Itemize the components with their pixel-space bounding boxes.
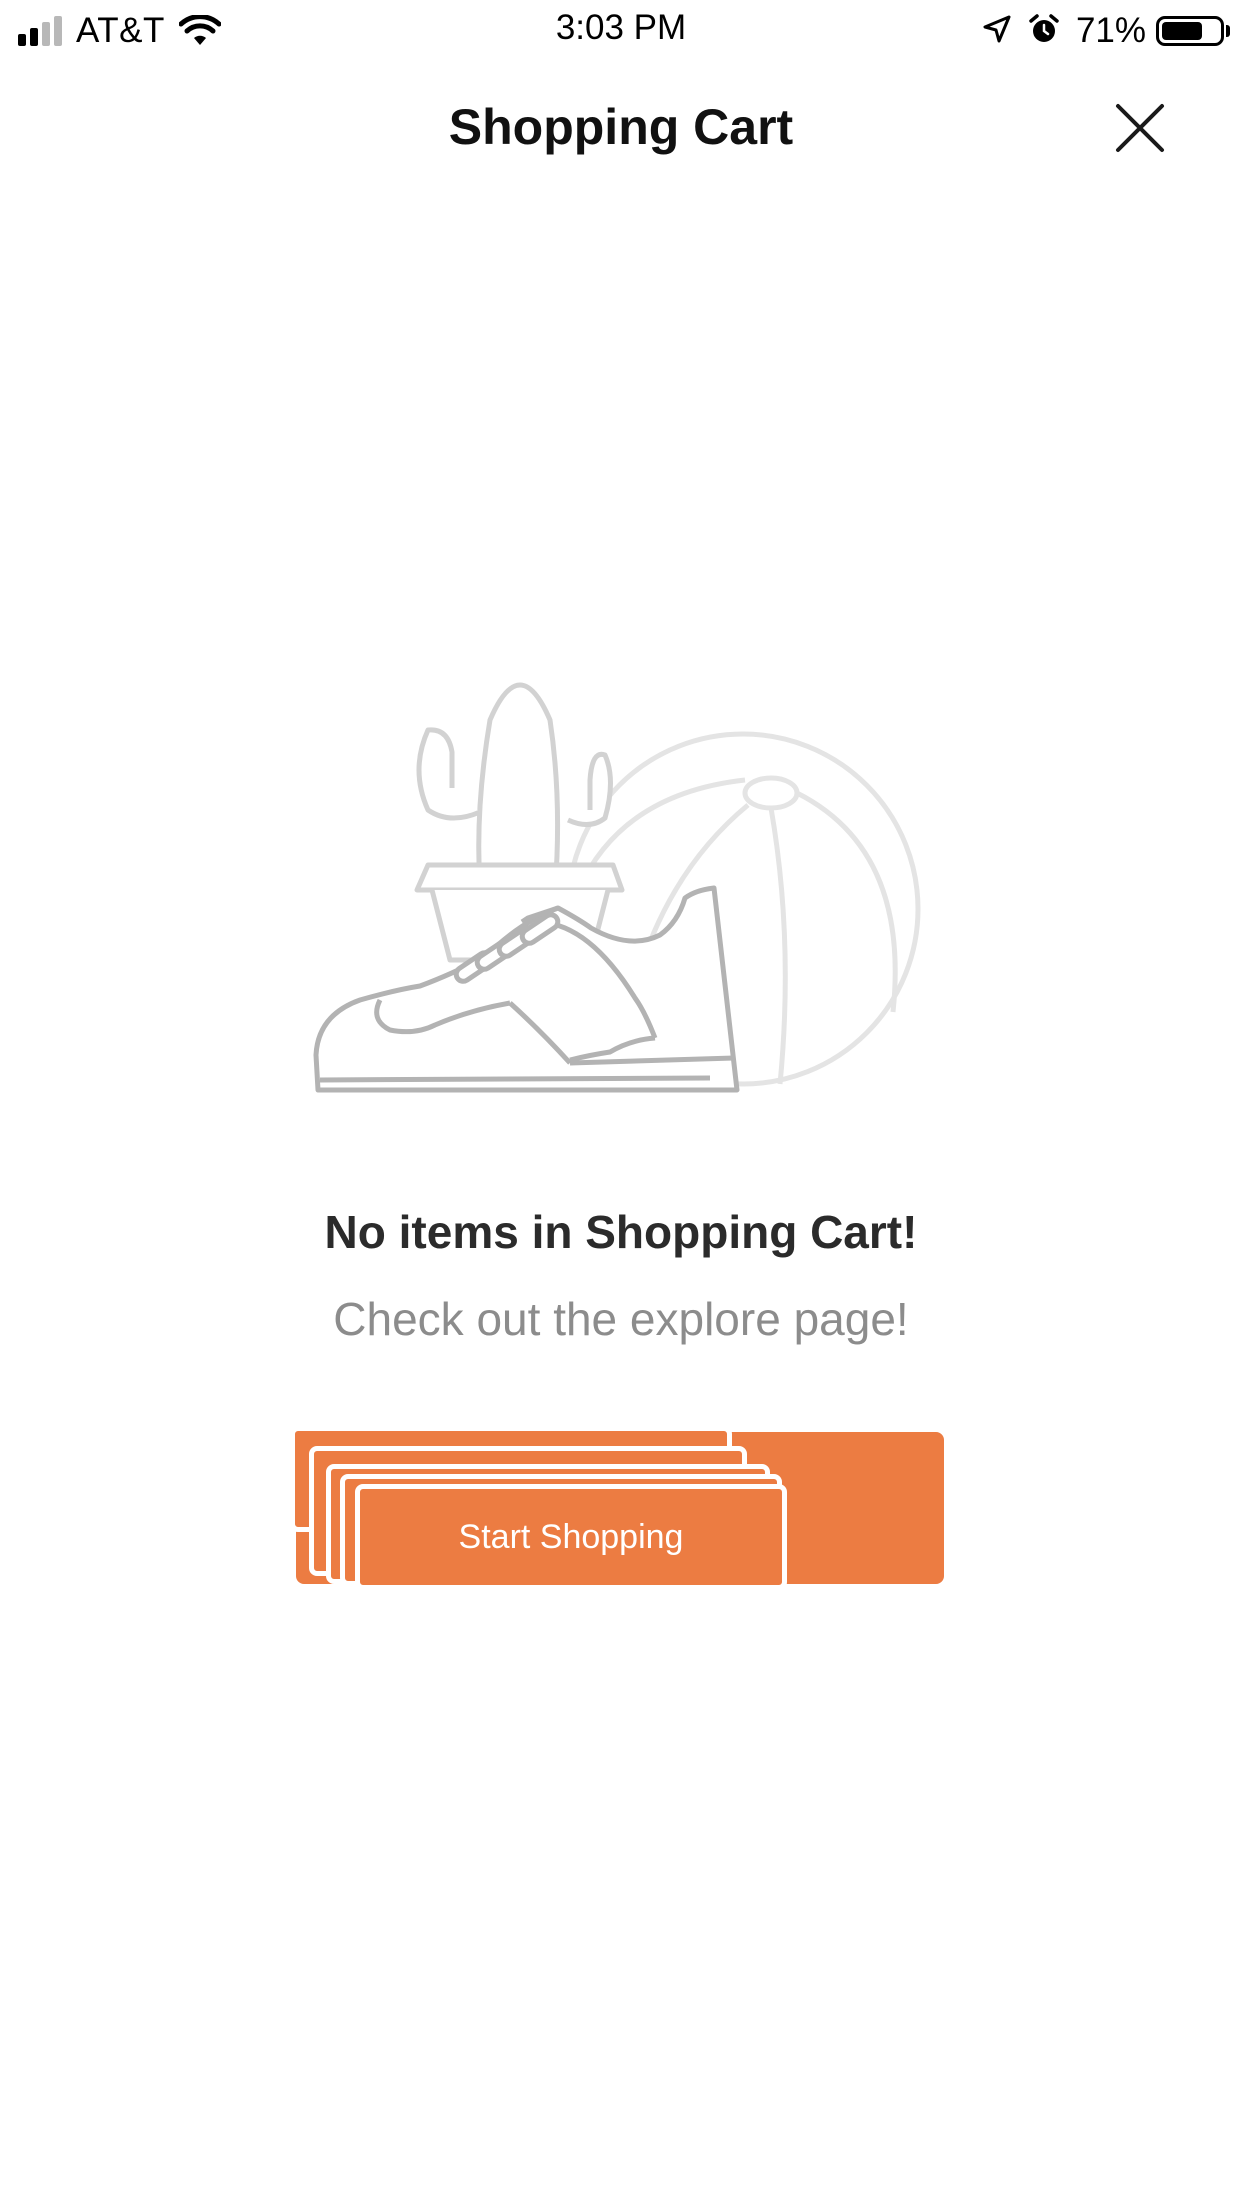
start-shopping-button[interactable]: Start Shopping — [355, 1484, 787, 1590]
start-shopping-label: Start Shopping — [458, 1517, 684, 1556]
shoe-icon — [313, 885, 740, 1093]
close-icon — [1116, 104, 1164, 152]
empty-state-subtitle: Check out the explore page! — [333, 1293, 909, 1345]
status-bar: AT&T 3:03 PM 71% — [0, 0, 1242, 62]
header: Shopping Cart — [0, 70, 1242, 180]
alarm-icon — [1028, 13, 1060, 50]
status-right: 71% — [982, 8, 1230, 54]
battery-cap — [1226, 25, 1230, 37]
battery-percent: 71% — [1075, 11, 1146, 50]
start-shopping-button-group: Start Shopping — [0, 0, 1242, 2208]
battery-fill — [1162, 22, 1202, 40]
empty-cart-illustration — [300, 660, 940, 1100]
page-title: Shopping Cart — [448, 99, 794, 155]
cactus-icon — [413, 682, 625, 963]
location-icon — [982, 14, 1012, 49]
empty-state-title: No items in Shopping Cart! — [324, 1206, 918, 1258]
battery-icon — [1156, 16, 1224, 46]
close-button[interactable] — [1108, 96, 1172, 160]
